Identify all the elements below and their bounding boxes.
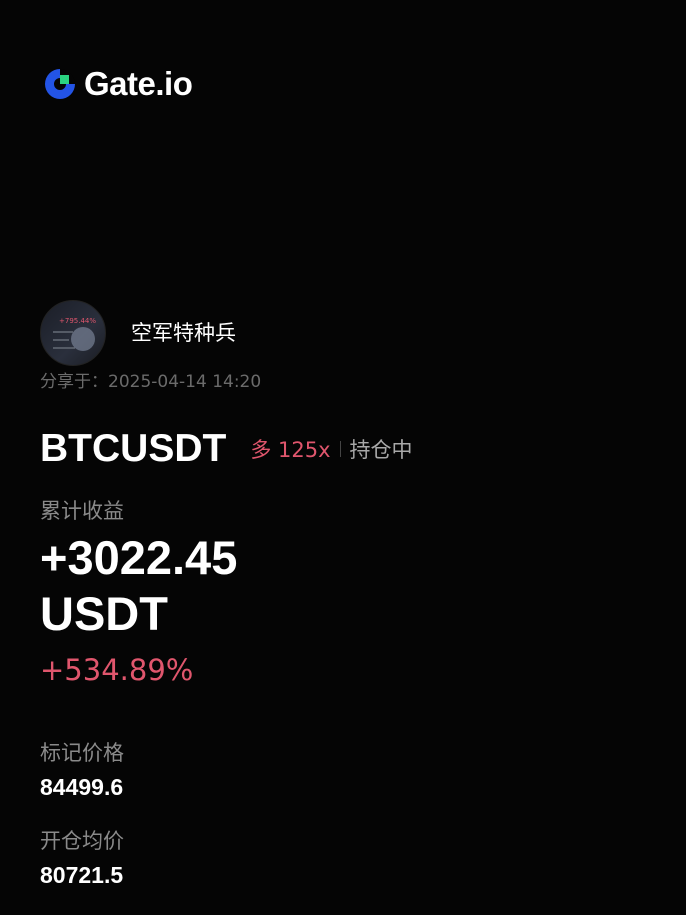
divider (339, 441, 341, 457)
avatar-badge: +795.44% (59, 317, 97, 325)
pnl-amount: +3022.45 (40, 531, 238, 584)
pnl-unit: USDT (40, 587, 168, 640)
user-info: +795.44% 空军特种兵 (40, 300, 236, 366)
pnl-percent: +534.89% (40, 653, 194, 687)
position-status: 持仓中 (349, 438, 413, 462)
mark-price-label: 标记价格 (40, 741, 124, 765)
play-icon (71, 327, 95, 351)
brand-name: Gate.io (84, 65, 193, 102)
trading-pair: BTCUSDT (40, 427, 227, 470)
shared-label: 分享于： (40, 372, 108, 392)
avatar-line (53, 331, 73, 333)
avatar: +795.44% (40, 300, 106, 366)
avatar-line (53, 339, 69, 341)
entry-price-label: 开仓均价 (40, 829, 124, 853)
shared-time: 分享于：2025-04-14 14:20 (40, 370, 261, 394)
avatar-line (53, 347, 75, 349)
mark-price-value: 84499.6 (40, 774, 124, 800)
side-leverage: 多 125x (250, 438, 331, 462)
username: 空军特种兵 (131, 321, 236, 345)
position-header: BTCUSDT 多 125x 持仓中 (40, 426, 413, 472)
entry-price-value: 80721.5 (40, 862, 124, 888)
gate-logo-icon (45, 69, 75, 99)
pnl-label: 累计收益 (40, 499, 124, 523)
shared-datetime: 2025-04-14 14:20 (108, 372, 262, 392)
gate-logo: Gate.io (42, 64, 193, 104)
